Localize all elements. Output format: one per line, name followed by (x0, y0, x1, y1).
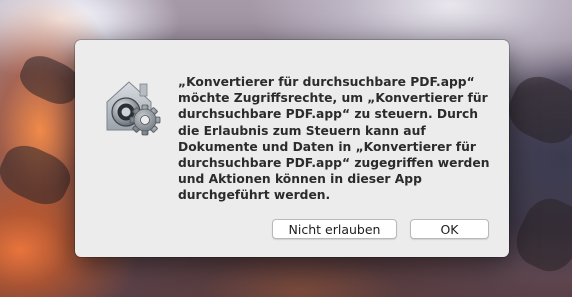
security-gear-lock-icon (99, 74, 163, 138)
desktop-wallpaper: „Konvertierer für durchsuchbare PDF.app“… (0, 0, 572, 297)
wallpaper-rock (0, 137, 78, 213)
dialog-message: „Konvertierer für durchsuchbare PDF.app“… (178, 75, 490, 203)
deny-button[interactable]: Nicht erlauben (272, 219, 397, 239)
permission-dialog: „Konvertierer für durchsuchbare PDF.app“… (75, 40, 509, 257)
ok-button[interactable]: OK (410, 219, 489, 239)
wallpaper-rock (500, 68, 572, 152)
wallpaper-rock (508, 190, 572, 280)
